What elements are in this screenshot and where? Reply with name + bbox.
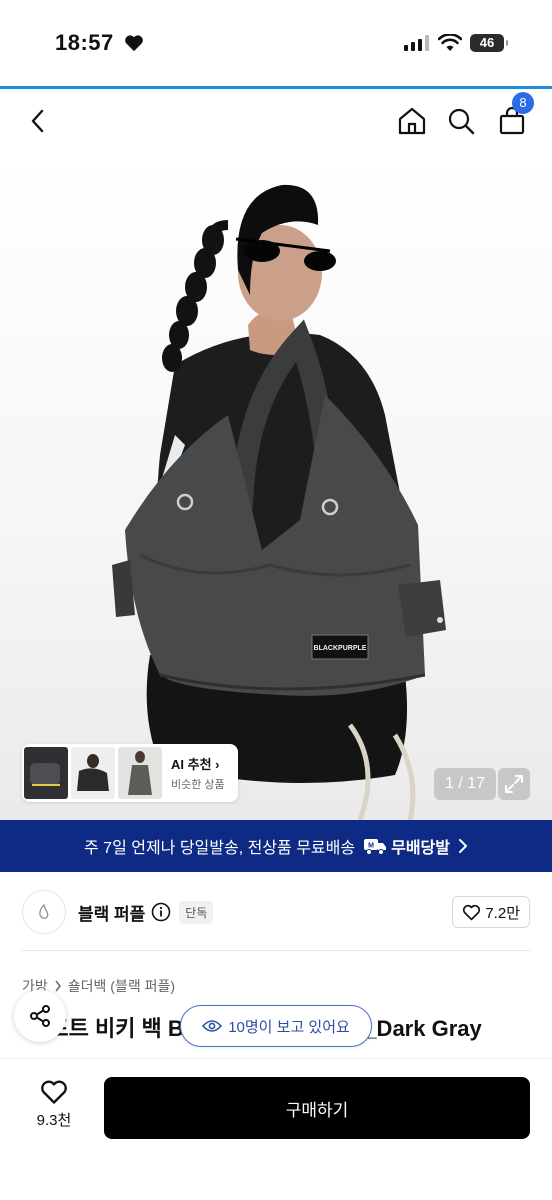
viewers-text: 10명이 보고 있어요 [228,1018,350,1036]
cart-count-badge: 8 [512,92,534,114]
brand-like-button[interactable]: 7.2만 [452,896,530,928]
svg-text:M: M [368,843,374,850]
heart-outline-icon [41,1080,67,1104]
eye-icon [202,1020,223,1032]
status-icons: 46 [404,34,508,52]
clock-text: 18:57 [55,30,114,55]
brand-logo-icon [39,903,49,919]
wishlist-button[interactable]: 9.3천 [22,1079,86,1130]
viewers-indicator: 10명이 보고 있어요 [180,1005,372,1047]
share-icon [30,1005,50,1027]
chevron-right-icon [55,980,61,992]
thumbnail-image [71,747,115,799]
brand-row: 블랙 퍼플 단독 7.2만 [22,888,530,936]
recommendation-thumbnail[interactable] [118,747,162,799]
buy-button[interactable]: 구매하기 [104,1077,530,1139]
ai-recommendation-text: AI 추천 › 비슷한 상품 [171,754,225,792]
nav-bar: 8 [0,89,552,155]
chevron-right-icon [458,839,468,853]
recommendation-thumbnail[interactable] [71,747,115,799]
exclusive-badge: 단독 [179,900,214,924]
status-bar: 18:57 46 [0,0,552,88]
chevron-left-icon [31,109,44,133]
shipping-brand-label: 무배당발 [391,840,450,857]
heart-status-icon [125,35,144,52]
brand-logo[interactable] [22,890,66,934]
search-icon [448,108,475,135]
shipping-banner-text: 주 7일 언제나 당일발송, 전상품 무료배송 [84,840,356,857]
home-icon [398,107,426,135]
thumbnail-image [118,747,162,799]
cart-button[interactable]: 8 [494,92,534,139]
ai-recommendation-card[interactable]: AI 추천 › 비슷한 상품 [22,744,238,802]
wishlist-count: 9.3천 [36,1112,72,1129]
battery-indicator: 46 [470,34,508,52]
section-divider [22,950,530,951]
shipping-brand: M 무배당발 [363,834,450,858]
delivery-truck-icon: M [364,839,387,855]
bottom-action-bar: 9.3천 구매하기 [0,1058,552,1200]
back-button[interactable] [20,103,56,139]
shipping-banner[interactable]: 주 7일 언제나 당일발송, 전상품 무료배송 M 무배당발 [0,820,552,872]
heart-outline-icon [463,904,481,920]
share-button[interactable] [14,990,66,1042]
brand-like-count: 7.2만 [485,904,520,922]
info-icon[interactable] [151,902,171,922]
brand-patch-text: BLACKPURPLE [314,645,367,652]
signal-icon [404,35,429,51]
image-counter: 1 / 17 [434,768,496,800]
home-button[interactable] [394,103,430,139]
expand-image-button[interactable] [498,768,530,800]
thumbnail-image [24,747,68,799]
breadcrumb-item[interactable]: 숄더백 (블랙 퍼플) [68,976,175,996]
ai-recommendation-title: AI 추천 › [171,757,220,772]
brand-name[interactable]: 블랙 퍼플 [78,900,145,925]
product-photo: BLACKPURPLE [112,184,446,820]
product-image-gallery[interactable]: BLACKPURPLE [0,155,552,820]
expand-icon [505,775,523,793]
ai-recommendation-subtitle: 비슷한 상품 [171,779,225,791]
search-button[interactable] [443,103,479,139]
wifi-icon [438,34,462,51]
recommendation-thumbnail[interactable] [24,747,68,799]
status-time: 18:57 [55,30,144,56]
